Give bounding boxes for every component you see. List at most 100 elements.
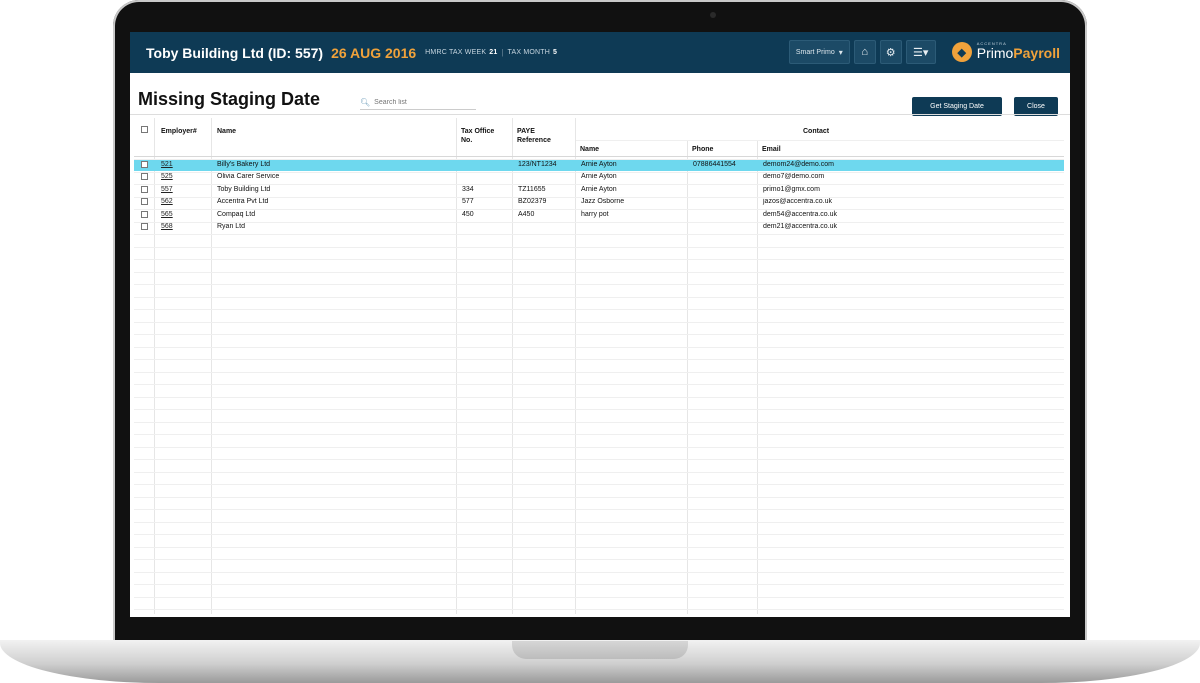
grid-line (134, 359, 1064, 360)
row-checkbox[interactable] (141, 223, 148, 230)
grid-line (134, 484, 1064, 485)
header-email[interactable]: Email (762, 145, 781, 154)
grid-line (134, 372, 1064, 373)
logo-mark-icon: ◆ (951, 42, 972, 62)
settings-button[interactable]: ⚙ (879, 40, 902, 64)
grid-line (134, 397, 1064, 398)
grid-line (134, 309, 1064, 310)
grid-line (134, 434, 1064, 435)
paye-reference-cell: 123/NT1234 (518, 161, 557, 168)
row-checkbox[interactable] (141, 211, 148, 218)
grid-line (134, 197, 1064, 198)
grid-line (134, 609, 1064, 610)
grid-line (134, 284, 1064, 285)
home-icon: ⌂ (861, 46, 869, 58)
email-cell: dem21@accentra.co.uk (763, 223, 838, 230)
row-checkbox[interactable] (141, 198, 148, 205)
header-tax-office[interactable]: Tax Office No. (461, 127, 494, 145)
paye-reference-cell: TZ11655 (518, 186, 546, 193)
select-all-checkbox[interactable] (141, 126, 148, 133)
app-header: Toby Building Ltd (ID: 557) 26 AUG 2016 … (130, 32, 1070, 73)
grid-line (134, 322, 1064, 323)
header-paye[interactable]: PAYE Reference (517, 127, 551, 145)
logo-text: ACCENTRA PrimoPayroll (977, 42, 1060, 62)
grid-line (134, 459, 1064, 460)
laptop-notch (512, 641, 688, 659)
grid-line (134, 559, 1064, 560)
header-contact: Contact (803, 128, 830, 135)
header-contact-name[interactable]: Name (580, 145, 599, 154)
tax-week-value: 21 (489, 49, 498, 56)
contact-name-cell: Arnie Ayton (581, 186, 617, 193)
grid-line (134, 222, 1064, 223)
grid-line (134, 172, 1064, 173)
header-phone[interactable]: Phone (692, 145, 713, 154)
grid-line (134, 272, 1064, 273)
header-employer[interactable]: Employer# (161, 127, 197, 136)
table-top-border (130, 114, 1070, 115)
menu-icon: ☰▾ (913, 46, 929, 59)
grid-line (134, 384, 1064, 385)
grid-line (134, 597, 1064, 598)
employer-id-link[interactable]: 525 (161, 173, 173, 180)
title-bar: Missing Staging Date 🔍︎ Get Staging Date… (130, 73, 1070, 116)
grid-line (134, 584, 1064, 585)
tax-office-cell: 450 (462, 211, 474, 218)
company-name-cell: Accentra Pvt Ltd (217, 198, 269, 205)
employer-id-link[interactable]: 568 (161, 223, 173, 230)
contact-name-cell: harry pot (581, 211, 609, 218)
app-screen: Toby Building Ltd (ID: 557) 26 AUG 2016 … (130, 32, 1070, 617)
logo-payroll: Payroll (1013, 45, 1060, 61)
table-row[interactable]: 565 Compaq Ltd 450 A450 harry pot dem54@accen… (134, 209, 1064, 221)
dropdown-label: Smart Primo (795, 48, 835, 56)
gear-icon: ⚙ (885, 46, 896, 59)
header-paye-line1: PAYE (517, 128, 535, 135)
grid-line (134, 522, 1064, 523)
search-input[interactable] (374, 98, 475, 106)
row-checkbox[interactable] (141, 186, 148, 193)
employer-id-link[interactable]: 562 (161, 198, 173, 205)
table-row[interactable]: 521 Billy's Bakery Ltd 123/NT1234 Arnie Ayt… (134, 159, 1064, 171)
menu-button[interactable]: ☰▾ (905, 40, 936, 64)
grid-line (134, 234, 1064, 235)
header-tax-office-line1: Tax Office (461, 128, 495, 135)
grid-line (134, 509, 1064, 510)
company-name-cell: Compaq Ltd (217, 211, 256, 218)
grid-line (134, 259, 1064, 260)
logo-primo: Primo (976, 45, 1014, 61)
grid-line (134, 422, 1064, 423)
grid-line (134, 334, 1064, 335)
employer-id-link[interactable]: 557 (161, 186, 173, 193)
grid-line (134, 297, 1064, 298)
email-cell: demom24@demo.com (763, 161, 834, 168)
home-button[interactable]: ⌂ (853, 40, 876, 64)
company-name: Toby Building Ltd (ID: 557) (146, 44, 324, 61)
grid-line (134, 534, 1064, 535)
header-tools: Smart Primo ▾ ⌂ ⚙ ☰▾ ◆ ACCENTRA PrimoPay… (788, 40, 1060, 64)
contact-name-cell: Arnie Ayton (581, 161, 617, 168)
header-tax-office-line2: No. (461, 137, 473, 144)
grid-line (134, 159, 1064, 160)
paye-reference-cell: A450 (518, 211, 535, 218)
employer-id-link[interactable]: 565 (161, 211, 173, 218)
table-row[interactable]: 557 Toby Building Ltd 334 TZ11655 Arnie Ayto… (134, 184, 1064, 196)
row-checkbox[interactable] (141, 161, 148, 168)
company-name-cell: Ryan Ltd (217, 223, 246, 230)
grid-line (134, 409, 1064, 410)
primo-payroll-logo: ◆ ACCENTRA PrimoPayroll (951, 42, 1060, 62)
row-checkbox[interactable] (141, 173, 148, 180)
tax-month-label: TAX MONTH (507, 49, 551, 56)
employer-id-link[interactable]: 521 (161, 161, 173, 168)
page-title: Missing Staging Date (138, 89, 321, 109)
header-name[interactable]: Name (217, 127, 236, 136)
smart-primo-dropdown[interactable]: Smart Primo ▾ (788, 40, 850, 64)
grid-line (134, 572, 1064, 573)
company-name-cell: Toby Building Ltd (217, 186, 271, 193)
tax-office-cell: 577 (462, 198, 474, 205)
contact-name-cell: Jazz Osborne (581, 198, 625, 205)
caret-down-icon: ▾ (838, 47, 843, 57)
contact-subheader-line (576, 140, 1064, 141)
header-paye-line2: Reference (517, 137, 551, 144)
company-name-cell: Billy's Bakery Ltd (217, 161, 271, 168)
contact-name-cell: Arnie Ayton (581, 173, 617, 180)
